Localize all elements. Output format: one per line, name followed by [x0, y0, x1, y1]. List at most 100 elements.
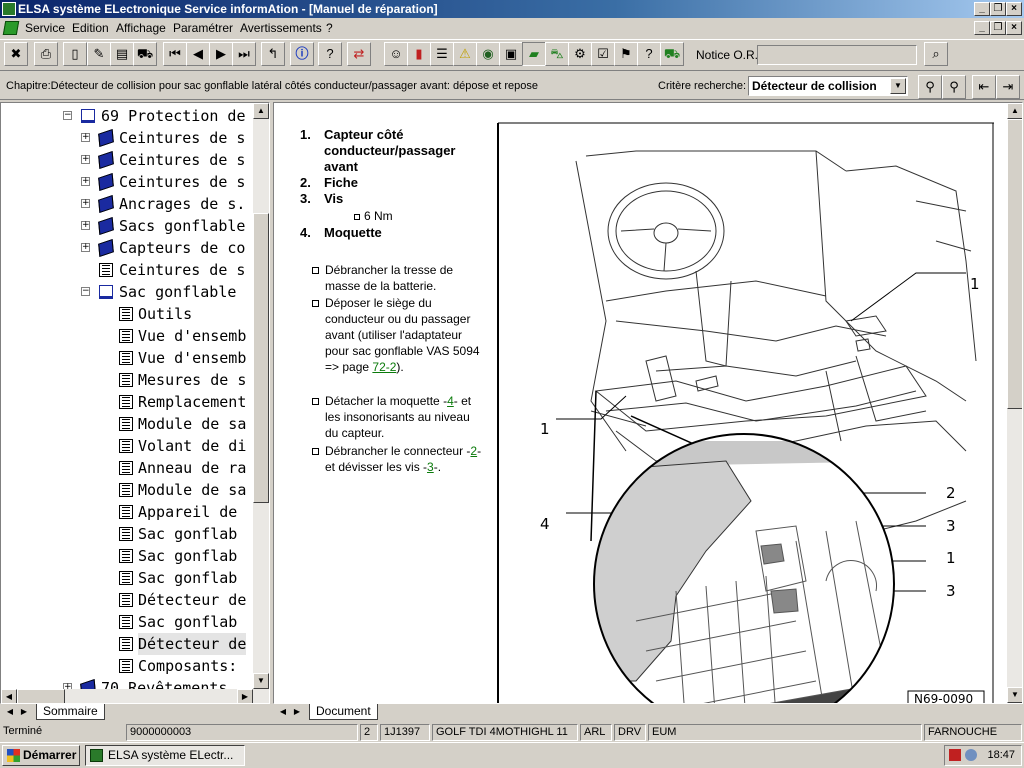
tree-item[interactable]: Module de sa — [1, 413, 253, 435]
next-page-icon[interactable]: ▶ — [209, 42, 233, 66]
menu-service[interactable]: Service — [25, 18, 65, 38]
help-icon[interactable]: ? — [318, 42, 342, 66]
search-notice-icon[interactable]: ⌕ — [924, 42, 948, 66]
tree-item[interactable]: Détecteur de — [1, 589, 253, 611]
tree-item[interactable]: − Sac gonflable — [1, 281, 253, 303]
previous-page-icon[interactable]: ◀ — [186, 42, 210, 66]
minimize-button[interactable]: _ — [974, 2, 990, 16]
repair-manual-icon[interactable]: ▰ — [522, 42, 546, 66]
tree-horizontal-scrollbar[interactable]: ◀ ▶ — [1, 689, 269, 703]
chevron-down-icon[interactable]: ▼ — [890, 78, 906, 94]
edit-document-icon[interactable]: ✎ — [87, 42, 111, 66]
back-link-icon[interactable]: ↰ — [261, 42, 285, 66]
tree-item[interactable]: + Ceintures de s — [1, 149, 253, 171]
tree-item[interactable]: Remplacement — [1, 391, 253, 413]
page-link[interactable]: 72-2 — [372, 360, 396, 374]
notice-input[interactable] — [757, 45, 917, 65]
maximize-button[interactable]: ❐ — [990, 2, 1006, 16]
tree-item[interactable]: + Sacs gonflable — [1, 215, 253, 237]
navigate-left-icon[interactable]: ⇤ — [972, 75, 996, 99]
scroll-right-icon[interactable]: ▶ — [237, 689, 253, 703]
expand-icon[interactable]: + — [81, 221, 90, 230]
tree-item[interactable]: Sac gonflab — [1, 523, 253, 545]
expand-icon[interactable]: + — [81, 155, 90, 164]
tree-item[interactable]: Vue d'ensemb — [1, 347, 253, 369]
menu-affichage[interactable]: Affichage — [116, 18, 166, 38]
tree-item[interactable]: Module de sa — [1, 479, 253, 501]
scroll-up-icon[interactable]: ▲ — [253, 103, 269, 119]
collapse-icon[interactable]: − — [63, 111, 72, 120]
tree-item[interactable]: Sac gonflab — [1, 567, 253, 589]
print-icon[interactable]: ⎙ — [34, 42, 58, 66]
info-icon[interactable]: ⓘ — [290, 42, 314, 66]
exit-icon[interactable]: ✖ — [4, 42, 28, 66]
tab-sommaire[interactable]: Sommaire — [36, 704, 105, 720]
notes-icon[interactable]: ▤ — [110, 42, 134, 66]
save-icon[interactable]: ▣ — [499, 42, 523, 66]
checklist-icon[interactable]: ☑ — [591, 42, 615, 66]
tree-item[interactable]: Mesures de s — [1, 369, 253, 391]
tree-item[interactable]: + Ceintures de s — [1, 127, 253, 149]
scroll-up-icon[interactable]: ▲ — [1007, 103, 1022, 119]
tree-item[interactable]: Détecteur de — [1, 633, 253, 655]
tree-item[interactable]: Sac gonflab — [1, 545, 253, 567]
scroll-down-icon[interactable]: ▼ — [1007, 687, 1022, 703]
diagnosis-icon[interactable]: ⚙ — [568, 42, 592, 66]
tree-item[interactable]: Sac gonflab — [1, 611, 253, 633]
tab-next-icon[interactable]: ▶ — [18, 704, 30, 719]
menu-help[interactable]: ? — [326, 18, 333, 38]
tree-item[interactable]: Appareil de — [1, 501, 253, 523]
new-document-icon[interactable]: ▯ — [63, 42, 87, 66]
close-button[interactable]: × — [1006, 2, 1022, 16]
document-vertical-scrollbar[interactable]: ▲ ▼ — [1007, 103, 1022, 703]
tree-item[interactable]: + Capteurs de co — [1, 237, 253, 259]
book-red-icon[interactable]: ▮ — [407, 42, 431, 66]
tree-item[interactable]: Outils — [1, 303, 253, 325]
tab-next-icon[interactable]: ▶ — [291, 704, 303, 719]
menu-parametrer[interactable]: Paramétrer — [173, 18, 233, 38]
tree-item[interactable]: Composants: — [1, 655, 253, 677]
list-icon[interactable]: ☰ — [430, 42, 454, 66]
question-page-icon[interactable]: ? — [637, 42, 661, 66]
search-criteria-select[interactable]: Détecteur de collision ▼ — [748, 76, 908, 96]
tree-vertical-scrollbar[interactable]: ▲ ▼ — [253, 103, 269, 689]
tab-prev-icon[interactable]: ◀ — [4, 704, 16, 719]
mdi-restore-button[interactable]: ❐ — [990, 21, 1006, 35]
ref-link[interactable]: 4 — [447, 394, 454, 408]
tree-item[interactable]: − 69 Protection de — [1, 105, 253, 127]
ref-link[interactable]: 3 — [427, 460, 434, 474]
tree-hscroll-thumb[interactable] — [17, 689, 65, 703]
tree-item[interactable]: Anneau de ra — [1, 457, 253, 479]
truck-icon[interactable]: ⛟ — [660, 42, 684, 66]
volume-icon[interactable] — [965, 749, 977, 761]
car-icon[interactable]: ⛍ — [545, 42, 569, 66]
mdi-minimize-button[interactable]: _ — [974, 21, 990, 35]
first-page-icon[interactable]: ⏮ — [163, 42, 187, 66]
warning-icon[interactable]: ⚠ — [453, 42, 477, 66]
menu-avertissements[interactable]: Avertissements — [240, 18, 322, 38]
scroll-down-icon[interactable]: ▼ — [253, 673, 269, 689]
expand-icon[interactable]: + — [81, 177, 90, 186]
vehicle-icon[interactable]: ⛟ — [133, 42, 157, 66]
tree-item[interactable]: Volant de di — [1, 435, 253, 457]
expand-icon[interactable]: + — [81, 243, 90, 252]
expand-icon[interactable]: + — [81, 133, 90, 142]
user-icon[interactable]: ☺ — [384, 42, 408, 66]
menu-edition[interactable]: Edition — [72, 18, 109, 38]
tab-prev-icon[interactable]: ◀ — [277, 704, 289, 719]
switch-icon[interactable]: ⇄ — [347, 42, 371, 66]
scroll-left-icon[interactable]: ◀ — [1, 689, 17, 703]
navigate-right-icon[interactable]: ⇥ — [996, 75, 1020, 99]
search-binoculars-icon[interactable]: ⚲ — [918, 75, 942, 99]
tree-item[interactable]: +70 Revêtements — [1, 677, 253, 689]
tree-scroll-thumb[interactable] — [253, 213, 269, 503]
document-scroll-thumb[interactable] — [1007, 119, 1022, 409]
tree-item[interactable]: + Ceintures de s — [1, 171, 253, 193]
mdi-close-button[interactable]: × — [1006, 21, 1022, 35]
expand-icon[interactable]: + — [81, 199, 90, 208]
search-next-icon[interactable]: ⚲ — [942, 75, 966, 99]
last-page-icon[interactable]: ⏭ — [232, 42, 256, 66]
bookmark-icon[interactable]: ⚑ — [614, 42, 638, 66]
taskbar-item-elsa[interactable]: ELSA système ELectr... — [85, 745, 245, 766]
globe-icon[interactable]: ◉ — [476, 42, 500, 66]
